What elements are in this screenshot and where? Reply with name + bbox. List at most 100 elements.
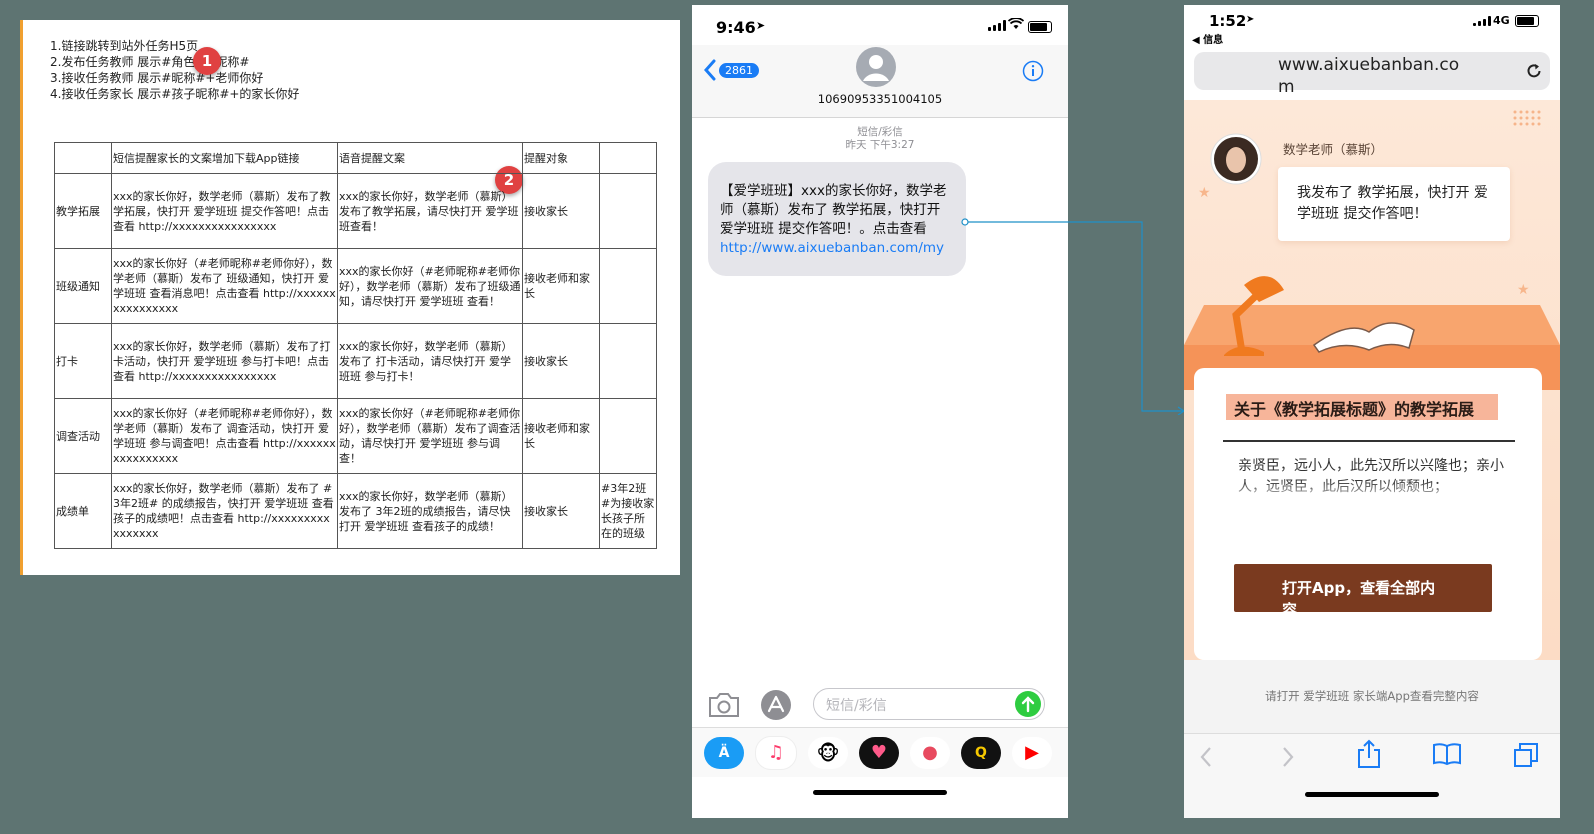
contact-avatar-icon[interactable]: [856, 47, 896, 87]
animoji-app-icon[interactable]: 🐵: [808, 736, 848, 769]
location-arrow-icon: ➤: [1246, 14, 1255, 25]
digital-touch-app-icon[interactable]: ♥: [859, 736, 899, 769]
table-cell: xxx的家长你好，数学老师（慕斯）发布了 打卡活动，请尽快打开 爱学班班 参与打…: [337, 323, 523, 399]
tabs-icon[interactable]: [1513, 742, 1539, 768]
open-app-button[interactable]: 打开App，查看全部内容: [1234, 564, 1492, 612]
safari-toolbar: [1184, 733, 1560, 818]
table-cell: 接收家长: [522, 173, 600, 249]
app-store-icon[interactable]: [760, 689, 792, 721]
table-header: 提醒对象: [522, 142, 600, 174]
address-bar[interactable]: www.aixuebanban.com: [1194, 52, 1550, 97]
note-item: 3.接收任务教师 展示#昵称#+老师你好: [50, 71, 264, 85]
youtube-app-icon[interactable]: ▶: [1012, 736, 1052, 769]
footer-hint: 请打开 爱学班班 家长端App查看完整内容: [1265, 689, 1479, 703]
table-cell: [599, 323, 657, 399]
sticker-app-icon[interactable]: ●: [910, 736, 950, 769]
note-item: 4.接收任务家长 展示#孩子昵称#+的家长你好: [50, 87, 300, 101]
teacher-name: 数学老师（慕斯）: [1283, 142, 1384, 157]
reload-icon[interactable]: [1525, 62, 1543, 80]
home-indicator: [813, 790, 947, 795]
table-cell: 接收老师和家长: [522, 398, 600, 474]
location-arrow-icon: ➤: [756, 19, 766, 32]
input-placeholder: 短信/彩信: [826, 698, 887, 714]
message-meta: 短信/彩信 昨天 下午3:27: [692, 126, 1068, 152]
landing-footer: 请打开 爱学班班 家长端App查看完整内容: [1184, 660, 1560, 733]
imessage-app-drawer: Ä ♫ 🐵 ♥ ● Q ▶: [692, 727, 1068, 777]
note-item: 2.发布任务教师 展示#角色##昵称#: [50, 55, 250, 69]
message-input[interactable]: 短信/彩信: [813, 688, 1045, 720]
table-cell: 成绩单: [54, 473, 112, 549]
wifi-icon: [1008, 18, 1024, 29]
battery-icon: [1515, 15, 1539, 27]
notification-copy-table: 短信提醒家长的文案增加下载App链接 语音提醒文案 提醒对象 教学拓展 xxx的…: [54, 142, 657, 549]
dots-decoration-icon: [1513, 110, 1541, 126]
bookmarks-icon[interactable]: [1432, 742, 1462, 766]
table-row: 班级通知 xxx的家长你好（#老师昵称#老师你好），数学老师（慕斯）发布了 班级…: [54, 248, 657, 324]
status-bar: 1:52 ➤ ◀ 信息 4G: [1184, 5, 1560, 46]
table-cell: xxx的家长你好，数学老师（慕斯）发布了 3年2班的成绩报告，请尽快打开 爱学班…: [337, 473, 523, 549]
table-header: [599, 142, 657, 174]
back-button[interactable]: 2861: [704, 59, 759, 81]
browser-forward-icon[interactable]: [1280, 746, 1296, 768]
unread-count-badge: 2861: [719, 62, 759, 78]
message-link[interactable]: http://www.aixuebanban.com/my: [720, 240, 944, 256]
table-header-row: 短信提醒家长的文案增加下载App链接 语音提醒文案 提醒对象: [54, 142, 657, 174]
signal-icon: [988, 20, 1006, 31]
daily-app-icon[interactable]: Q: [961, 736, 1001, 769]
network-label: 4G: [1493, 14, 1510, 27]
table-cell: [599, 248, 657, 324]
signal-icon: [1473, 16, 1491, 26]
table-cell: xxx的家长你好，数学老师（慕斯）发布了教学拓展，请尽快打开 爱学班班查看！: [337, 173, 523, 249]
card-title: 关于《教学拓展标题》的教学拓展: [1234, 400, 1475, 419]
table-cell: xxx的家长你好（#老师昵称#老师你好），数学老师（慕斯）发布了 班级通知，快打…: [111, 248, 338, 324]
requirements-document: 1.链接跳转到站外任务H5页 2.发布任务教师 展示#角色##昵称# 3.接收任…: [20, 20, 680, 575]
table-cell: xxx的家长你好（#老师昵称#老师你好），数学老师（慕斯）发布了 调查活动，快打…: [111, 398, 338, 474]
sms-message-bubble[interactable]: 【爱学班班】xxx的家长你好，数学老师（慕斯）发布了 教学拓展，快打开 爱学班班…: [708, 162, 966, 276]
message-text: 【爱学班班】xxx的家长你好，数学老师（慕斯）发布了 教学拓展，快打开 爱学班班…: [720, 183, 947, 237]
appstore-app-icon[interactable]: Ä: [704, 736, 744, 769]
back-to-messages-link[interactable]: ◀ 信息: [1192, 31, 1223, 46]
table-cell: [599, 173, 657, 249]
landing-phone-screen: 1:52 ➤ ◀ 信息 4G www.aixuebanban.com ★ ★ 数…: [1184, 5, 1560, 818]
teacher-avatar: [1210, 133, 1262, 185]
table-header: [54, 142, 112, 174]
table-cell: xxx的家长你好（#老师昵称#老师你好），数学老师（慕斯）发布了班级通知，请尽快…: [337, 248, 523, 324]
url-text: www.aixuebanban.com: [1278, 55, 1460, 97]
table-cell: 班级通知: [54, 248, 112, 324]
sender-number: 10690953351004105: [817, 92, 943, 106]
info-icon[interactable]: [1022, 60, 1044, 82]
message-timestamp: 昨天 下午3:27: [845, 139, 915, 151]
task-landing-content: ★ ★ 数学老师（慕斯） 我发布了 教学拓展，快打开 爱学班班 提交作答吧！ 关…: [1184, 100, 1560, 660]
table-cell: xxx的家长你好（#老师昵称#老师你好），数学老师（慕斯）发布了调查活动，请尽快…: [337, 398, 523, 474]
task-content-card: 关于《教学拓展标题》的教学拓展 亲贤臣，远小人，此先汉所以兴隆也；亲小人，远贤臣…: [1194, 368, 1542, 660]
table-cell: xxx的家长你好，数学老师（慕斯）发布了教学拓展，快打开 爱学班班 提交作答吧！…: [111, 173, 338, 249]
table-cell: [599, 398, 657, 474]
status-time: 9:46: [716, 18, 756, 37]
battery-icon: [1028, 21, 1052, 33]
table-row: 教学拓展 xxx的家长你好，数学老师（慕斯）发布了教学拓展，快打开 爱学班班 提…: [54, 173, 657, 249]
table-row: 成绩单 xxx的家长你好，数学老师（慕斯）发布了 #3年2班# 的成绩报告，快打…: [54, 473, 657, 549]
table-cell: 调查活动: [54, 398, 112, 474]
table-cell: 接收老师和家长: [522, 248, 600, 324]
star-decoration-icon: ★: [1198, 185, 1211, 201]
message-input-bar: 短信/彩信: [692, 683, 1068, 733]
flow-connector: [961, 218, 1186, 415]
table-cell: #3年2班#为接收家长孩子所在的班级: [599, 473, 657, 549]
send-arrow-icon[interactable]: [1015, 691, 1041, 717]
teacher-message-bubble: 我发布了 教学拓展，快打开 爱学班班 提交作答吧！: [1278, 167, 1510, 241]
table-row: 调查活动 xxx的家长你好（#老师昵称#老师你好），数学老师（慕斯）发布了 调查…: [54, 398, 657, 474]
status-bar: 9:46 ➤: [692, 5, 1068, 45]
title-divider: [1223, 440, 1515, 442]
table-header: 语音提醒文案: [337, 142, 523, 174]
music-app-icon[interactable]: ♫: [755, 735, 797, 770]
table-cell: 打卡: [54, 323, 112, 399]
table-cell: 接收家长: [522, 473, 600, 549]
conversation-header: 2861 10690953351004105: [692, 45, 1068, 118]
share-icon[interactable]: [1356, 739, 1382, 769]
browser-back-icon[interactable]: [1198, 746, 1214, 768]
status-time: 1:52: [1209, 12, 1247, 30]
chevron-left-icon: [704, 59, 716, 81]
camera-icon[interactable]: [707, 692, 741, 718]
table-cell: xxx的家长你好，数学老师（慕斯）发布了 #3年2班# 的成绩报告，快打开 爱学…: [111, 473, 338, 549]
open-app-label: 打开App，查看全部内容: [1282, 579, 1436, 612]
